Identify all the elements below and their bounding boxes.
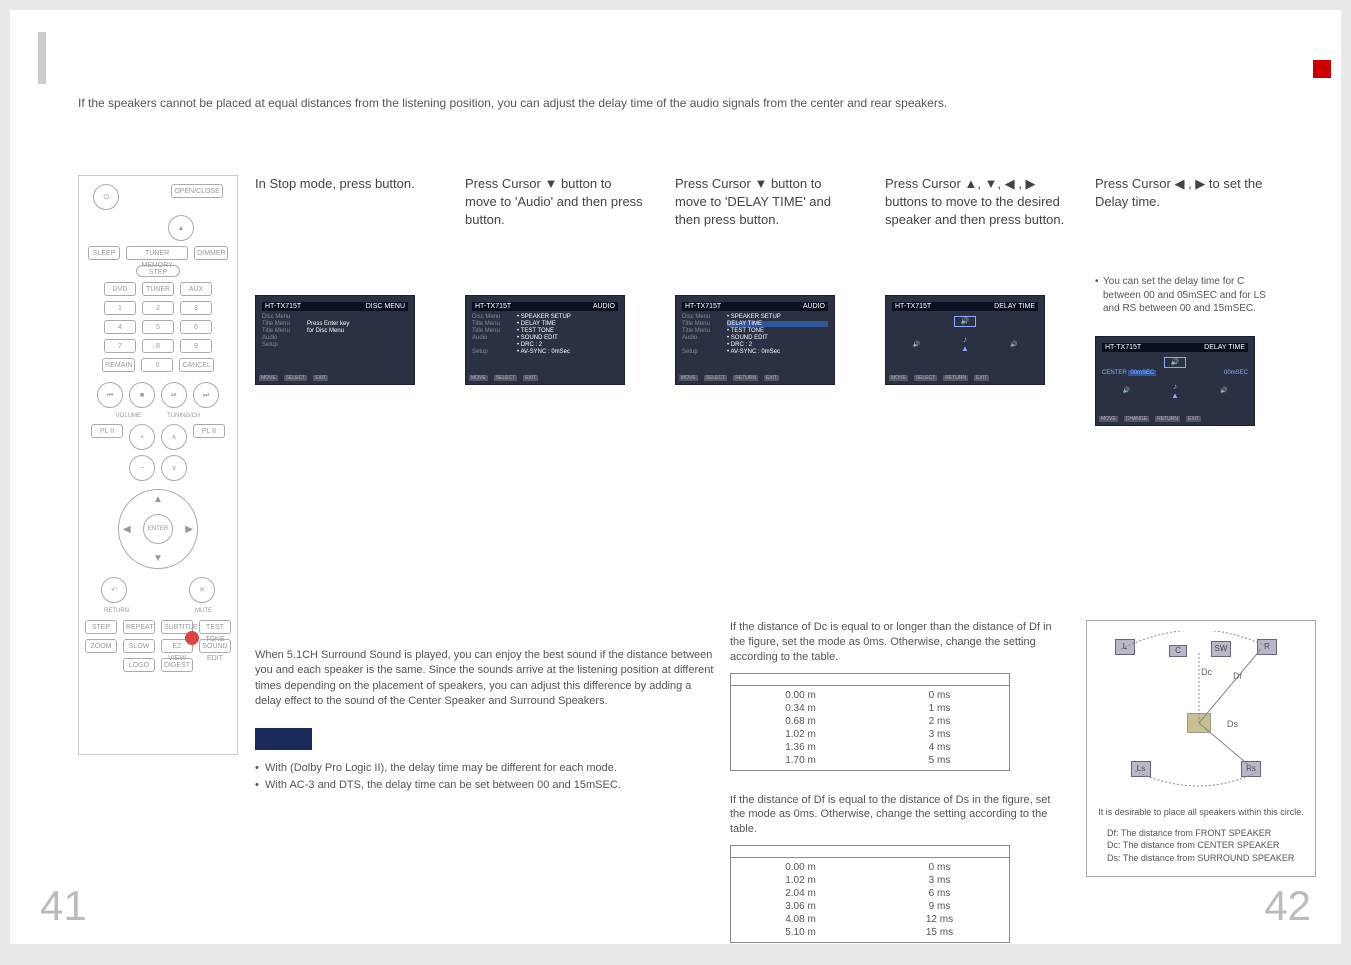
step-4-text: Press Cursor ▲, ▼, ◀ , ▶ buttons to move… [885, 175, 1065, 265]
menu-button-highlight [174, 624, 210, 652]
note-bullet-2: With AC-3 and DTS, the delay time can be… [255, 777, 715, 795]
header-accent [38, 32, 46, 84]
note-bullets: With (Dolby Pro Logic II), the delay tim… [255, 760, 715, 795]
step-1-text: In Stop mode, press button. [255, 175, 435, 265]
return-button: ↶ [101, 577, 127, 603]
left-arrow-icon: ◀ [123, 524, 131, 535]
right-arrow-icon: ▶ [185, 524, 193, 535]
center-table-intro: If the distance of Dc is equal to or lon… [730, 620, 1060, 665]
note-badge: Note [255, 728, 312, 750]
diagram-legend: Df: The distance from FRONT SPEAKER Dc: … [1095, 827, 1307, 865]
step-5-tip: You can set the delay time for C between… [1095, 275, 1275, 316]
speaker-diagram-box: L C SW R Ls Rs Dc Df Ds It is desirable … [1086, 620, 1316, 877]
step-5-screen: HT-TX715TDELAY TIME 🔊 CENTER 00mSEC00mSE… [1095, 336, 1255, 426]
steps-container: In Stop mode, press button. HT-TX715TDIS… [255, 175, 1275, 426]
step-5-text: Press Cursor ◀ , ▶ to set the Delay time… [1095, 175, 1275, 265]
rear-table-intro: If the distance of Df is equal to the di… [730, 793, 1060, 838]
surround-paragraph-area: When 5.1CH Surround Sound is played, you… [255, 648, 715, 795]
step-2-screen: HT-TX715TAUDIO Disc Menu• SPEAKER SETUP … [465, 295, 625, 385]
page-marker [1313, 60, 1331, 78]
step-1: In Stop mode, press button. HT-TX715TDIS… [255, 175, 435, 426]
step-2: Press Cursor ▼ button to move to 'Audio'… [465, 175, 645, 426]
eject-btn: ▲ [168, 215, 194, 241]
mute-button: ✕ [189, 577, 215, 603]
step-3-screen: HT-TX715TAUDIO Disc Menu• SPEAKER SETUP … [675, 295, 835, 385]
down-arrow-icon: ▼ [153, 553, 163, 564]
intro-text: If the speakers cannot be placed at equa… [78, 95, 947, 112]
step-4-screen: HT-TX715TDELAY TIME 🔊 🔊♪▲🔊 MOVESELECTRET… [885, 295, 1045, 385]
step-1-screen: HT-TX715TDISC MENU Disc Menu Title MenuP… [255, 295, 415, 385]
diagram-lines [1101, 631, 1301, 801]
page-number-right: 42 [1264, 882, 1311, 930]
center-delay-table: 0.00 m0 ms 0.34 m1 ms 0.68 m2 ms 1.02 m3… [730, 673, 1010, 771]
power-btn: ⏻ [93, 184, 119, 210]
direction-pad: ▲ ▼ ◀ ▶ ENTER [118, 489, 198, 569]
up-arrow-icon: ▲ [153, 494, 163, 505]
diagram-caption: It is desirable to place all speakers wi… [1095, 807, 1307, 819]
note-bullet-1: With (Dolby Pro Logic II), the delay tim… [255, 760, 715, 778]
step-4: Press Cursor ▲, ▼, ◀ , ▶ buttons to move… [885, 175, 1065, 426]
enter-button: ENTER [143, 514, 173, 544]
step-3: Press Cursor ▼ button to move to 'DELAY … [675, 175, 855, 426]
open-close-btn: OPEN/CLOSE [171, 184, 223, 198]
step-5: Press Cursor ◀ , ▶ to set the Delay time… [1095, 175, 1275, 426]
step-3-text: Press Cursor ▼ button to move to 'DELAY … [675, 175, 855, 265]
page-number-left: 41 [40, 882, 87, 930]
speaker-diagram: L C SW R Ls Rs Dc Df Ds [1101, 631, 1301, 801]
delay-tables-area: If the distance of Dc is equal to or lon… [730, 620, 1060, 965]
step-2-text: Press Cursor ▼ button to move to 'Audio'… [465, 175, 645, 265]
surround-paragraph: When 5.1CH Surround Sound is played, you… [255, 648, 715, 710]
remote-illustration: ⏻OPEN/CLOSE ▲ SLEEPTUNER MEMORYDIMMER ST… [78, 175, 238, 755]
rear-delay-table: 0.00 m0 ms 1.02 m3 ms 2.04 m6 ms 3.06 m9… [730, 845, 1010, 943]
